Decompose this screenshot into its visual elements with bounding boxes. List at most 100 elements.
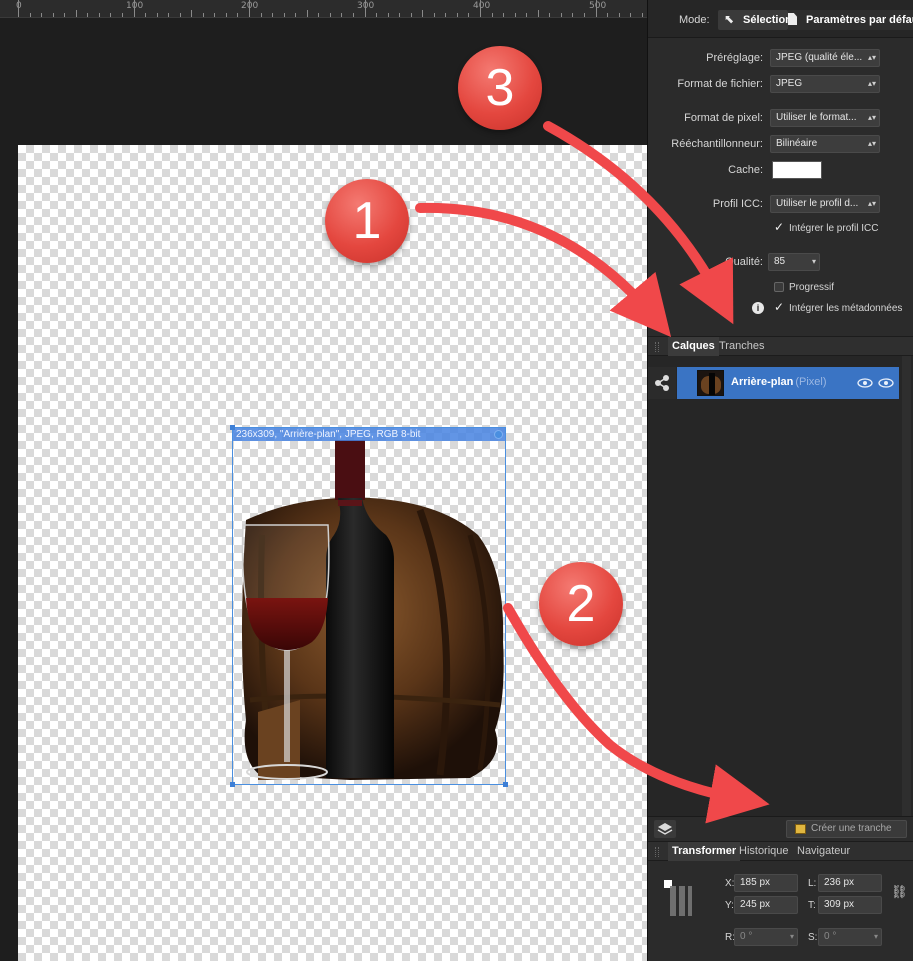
- panel-grip-icon[interactable]: [655, 342, 659, 352]
- tab-history[interactable]: Historique: [735, 842, 793, 861]
- resampler-select[interactable]: Bilinéaire ▴▾: [770, 135, 880, 153]
- embed-icc-checkbox[interactable]: ✓: [774, 221, 784, 233]
- ruler-tick: [480, 0, 481, 17]
- annotation-badge-3: 3: [458, 46, 542, 130]
- ruler-tick: [503, 13, 505, 17]
- ruler-tick: [41, 13, 43, 17]
- file-format-select[interactable]: JPEG ▴▾: [770, 75, 880, 93]
- tab-layers[interactable]: Calques: [668, 337, 719, 356]
- resize-handle-top-left[interactable]: [230, 425, 235, 430]
- ruler-tick: [87, 13, 89, 17]
- stepper-icon: ▴▾: [867, 199, 876, 208]
- ruler-tick: [168, 13, 170, 17]
- ruler-tick: [52, 13, 54, 17]
- preset-select[interactable]: JPEG (qualité éle... ▴▾: [770, 49, 880, 67]
- transform-tab-bar: Transformer Historique Navigateur: [648, 841, 913, 861]
- ruler-label: 100: [126, 1, 144, 11]
- ruler-tick: [468, 13, 470, 17]
- y-field[interactable]: 245 px: [734, 896, 798, 914]
- ruler-tick: [295, 13, 297, 17]
- tab-navigator[interactable]: Navigateur: [793, 842, 854, 861]
- resampler-label: Rééchantillonneur:: [671, 138, 763, 150]
- share-nodes-icon: [655, 375, 669, 391]
- ruler-tick: [341, 13, 343, 17]
- layer-share-button[interactable]: [648, 367, 676, 399]
- rotation-value: 0 °: [740, 931, 753, 942]
- info-icon[interactable]: i: [752, 302, 764, 314]
- resize-handle-bottom-right[interactable]: [503, 782, 508, 787]
- layers-stack-button[interactable]: [654, 820, 676, 838]
- ruler-tick: [29, 13, 31, 17]
- icc-profile-select[interactable]: Utiliser le profil d... ▴▾: [770, 195, 880, 213]
- ruler-tick: [318, 13, 320, 17]
- ruler-tick: [306, 10, 308, 17]
- visibility-eye-icon[interactable]: [878, 377, 894, 389]
- y-label: Y:: [725, 900, 734, 911]
- mode-defaults-label: Paramètres par défaut: [806, 14, 913, 26]
- layer-name-text: Arrière-plan: [731, 376, 794, 388]
- height-field[interactable]: 309 px: [818, 896, 882, 914]
- shear-field[interactable]: 0 ° ▾: [818, 928, 882, 946]
- rotate-handle[interactable]: [494, 430, 503, 439]
- horizontal-ruler[interactable]: 0 100 200 300 400 500: [0, 0, 647, 18]
- ruler-tick: [491, 13, 493, 17]
- ruler-tick: [618, 13, 620, 17]
- mode-label: Mode:: [679, 14, 710, 26]
- embed-metadata-checkbox[interactable]: ✓: [774, 301, 784, 313]
- slice-icon: [795, 824, 806, 834]
- tab-transform[interactable]: Transformer: [668, 842, 741, 861]
- ruler-tick: [249, 0, 250, 17]
- width-label: L:: [808, 878, 817, 889]
- dropdown-icon: ▾: [811, 257, 816, 266]
- selection-info-label: 236x309, "Arrière-plan", JPEG, RGB 8-bit: [233, 428, 505, 441]
- progressive-checkbox[interactable]: [774, 282, 784, 292]
- ruler-tick: [583, 13, 585, 17]
- pixel-format-select[interactable]: Utiliser le format... ▴▾: [770, 109, 880, 127]
- progressive-label: Progressif: [789, 282, 835, 293]
- shear-label: S:: [808, 932, 818, 943]
- x-field[interactable]: 185 px: [734, 874, 798, 892]
- layers-scrollbar[interactable]: [902, 356, 911, 816]
- selection-bounding-box[interactable]: 236x309, "Arrière-plan", JPEG, RGB 8-bit: [230, 425, 508, 787]
- panel-grip-icon[interactable]: [655, 847, 659, 857]
- anchor-point-grid[interactable]: [664, 880, 692, 920]
- create-slice-button[interactable]: Créer une tranche: [786, 820, 907, 838]
- transform-panel: X: 185 px L: 236 px Y: 245 px T: 309 px …: [648, 862, 913, 961]
- icc-profile-value: Utiliser le profil d...: [776, 198, 859, 209]
- layer-name: Arrière-plan (Pixel): [731, 376, 827, 388]
- ruler-tick: [572, 13, 574, 17]
- ruler-tick: [514, 13, 516, 17]
- ruler-tick: [64, 13, 66, 17]
- quality-select[interactable]: 85 ▾: [768, 253, 820, 271]
- layer-selected-background[interactable]: Arrière-plan (Pixel): [677, 367, 899, 399]
- ruler-tick: [225, 13, 227, 17]
- link-icon[interactable]: ⛓: [891, 884, 908, 900]
- ruler-tick: [260, 13, 262, 17]
- layer-row[interactable]: Arrière-plan (Pixel): [648, 367, 899, 399]
- ruler-tick: [75, 10, 77, 17]
- ruler-tick: [237, 13, 239, 17]
- rotation-field[interactable]: 0 ° ▾: [734, 928, 798, 946]
- matte-color-swatch[interactable]: [772, 161, 822, 179]
- ruler-tick: [376, 13, 378, 17]
- resize-handle-bottom-left[interactable]: [230, 782, 235, 787]
- create-slice-label: Créer une tranche: [811, 823, 892, 834]
- ruler-tick: [214, 13, 216, 17]
- document-icon: [788, 13, 797, 25]
- tab-slices[interactable]: Tranches: [715, 337, 768, 356]
- layers-list[interactable]: Arrière-plan (Pixel): [648, 356, 913, 816]
- ruler-tick: [145, 13, 147, 17]
- mode-selection-button[interactable]: ⬉ Sélection: [718, 10, 792, 30]
- preset-label: Préréglage:: [706, 52, 763, 64]
- ruler-tick: [433, 13, 435, 17]
- layers-tab-bar: Calques Tranches: [648, 336, 913, 356]
- quality-label: Qualité:: [725, 256, 763, 268]
- embed-metadata-label: Intégrer les métadonnées: [789, 303, 903, 314]
- width-field[interactable]: 236 px: [818, 874, 882, 892]
- eye-icon[interactable]: [857, 377, 873, 389]
- stepper-icon: ▴▾: [867, 79, 876, 88]
- ruler-label: 500: [589, 1, 607, 11]
- layer-thumbnail: [697, 370, 724, 396]
- ruler-tick: [607, 13, 609, 17]
- mode-defaults-button[interactable]: Paramètres par défaut: [788, 10, 913, 30]
